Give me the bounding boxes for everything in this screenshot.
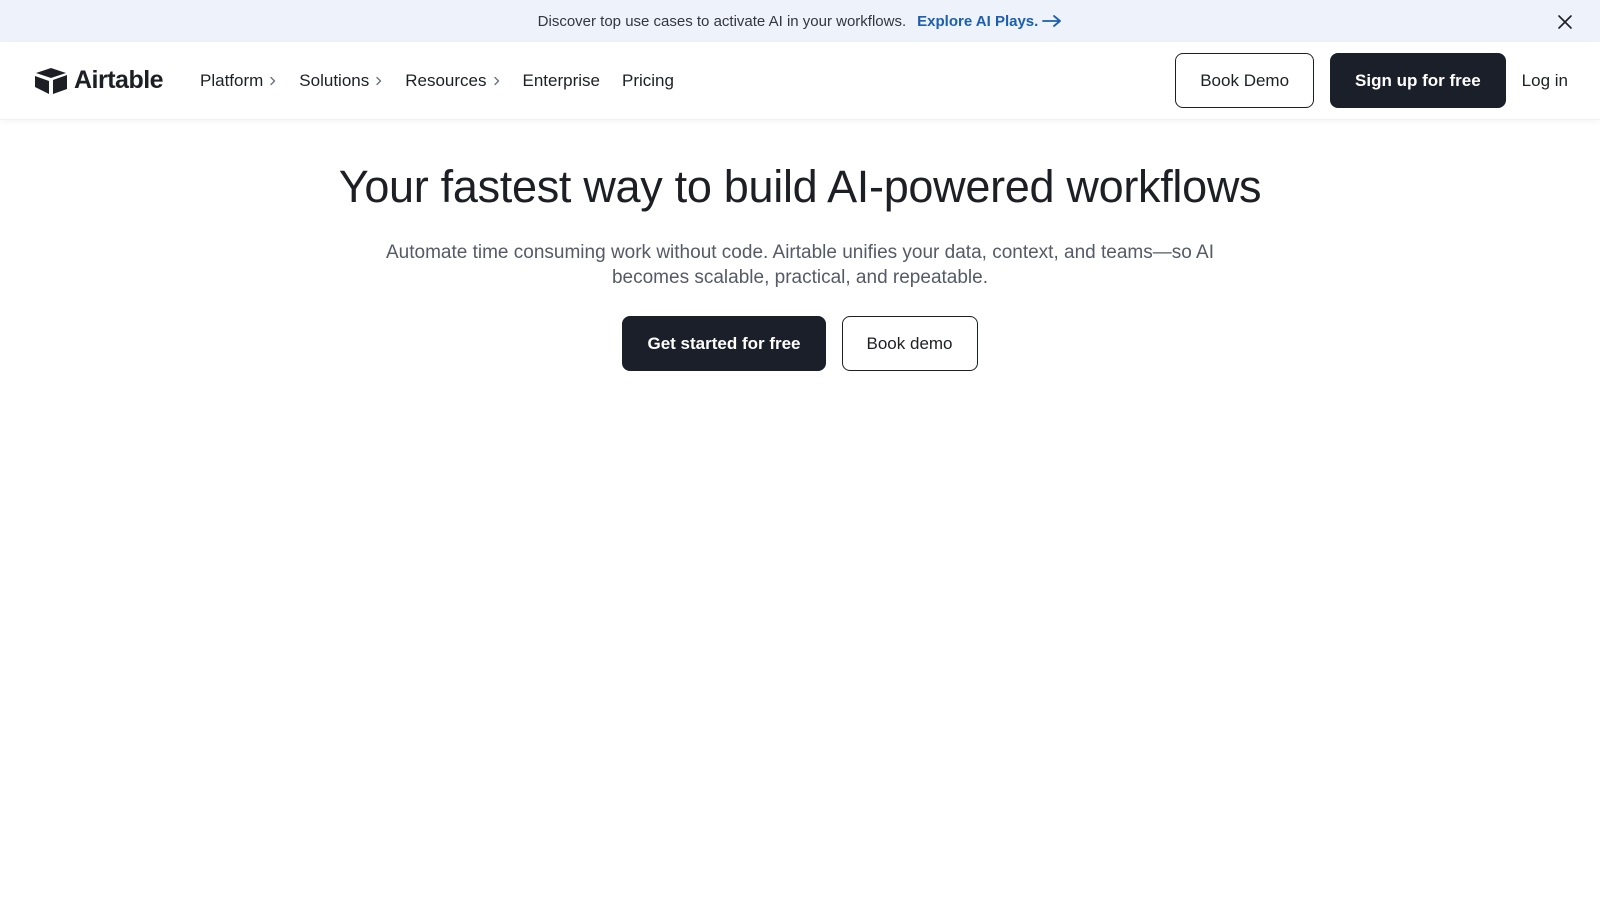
nav-item-pricing[interactable]: Pricing (622, 70, 674, 92)
chevron-right-icon (493, 76, 499, 86)
announcement-content: Discover top use cases to activate AI in… (538, 13, 1063, 30)
get-started-button[interactable]: Get started for free (622, 316, 826, 371)
airtable-logo[interactable]: Airtable (34, 66, 164, 95)
hero-book-demo-button[interactable]: Book demo (841, 316, 978, 371)
chevron-right-icon (270, 76, 276, 86)
nav-item-label: Resources (405, 71, 487, 90)
log-in-link[interactable]: Log in (1522, 71, 1568, 91)
hero-title: Your fastest way to build AI-powered wor… (338, 161, 1262, 212)
nav-item-enterprise[interactable]: Enterprise (523, 70, 600, 92)
explore-ai-plays-link[interactable]: Explore AI Plays. (917, 13, 1062, 30)
sign-up-button[interactable]: Sign up for free (1330, 53, 1506, 108)
explore-ai-plays-label: Explore AI Plays. (917, 12, 1039, 30)
nav-item-label: Platform (200, 71, 264, 90)
nav-item-label: Enterprise (522, 71, 600, 90)
header-actions: Book Demo Sign up for free Log in (1175, 53, 1568, 108)
main-nav: Platform Solutions Resources Enterprise … (200, 70, 696, 92)
close-icon[interactable] (1556, 13, 1574, 31)
hero-cta-group: Get started for free Book demo (0, 316, 1600, 371)
announcement-text: Discover top use cases to activate AI in… (537, 12, 907, 30)
announcement-banner: Discover top use cases to activate AI in… (0, 0, 1600, 42)
nav-item-label: Pricing (621, 71, 674, 90)
chevron-right-icon (376, 76, 382, 86)
book-demo-button[interactable]: Book Demo (1175, 53, 1315, 108)
nav-item-solutions[interactable]: Solutions (299, 70, 383, 92)
nav-item-label: Solutions (299, 71, 370, 90)
hero-section: Your fastest way to build AI-powered wor… (0, 120, 1600, 371)
arrow-right-icon (1042, 15, 1062, 27)
nav-item-platform[interactable]: Platform (200, 70, 277, 92)
airtable-logo-icon (35, 67, 67, 94)
site-header: Airtable Platform Solutions Resources En… (0, 42, 1600, 120)
logo-wordmark: Airtable (74, 66, 164, 94)
nav-item-resources[interactable]: Resources (405, 70, 500, 92)
hero-subtitle: Automate time consuming work without cod… (386, 242, 1214, 288)
